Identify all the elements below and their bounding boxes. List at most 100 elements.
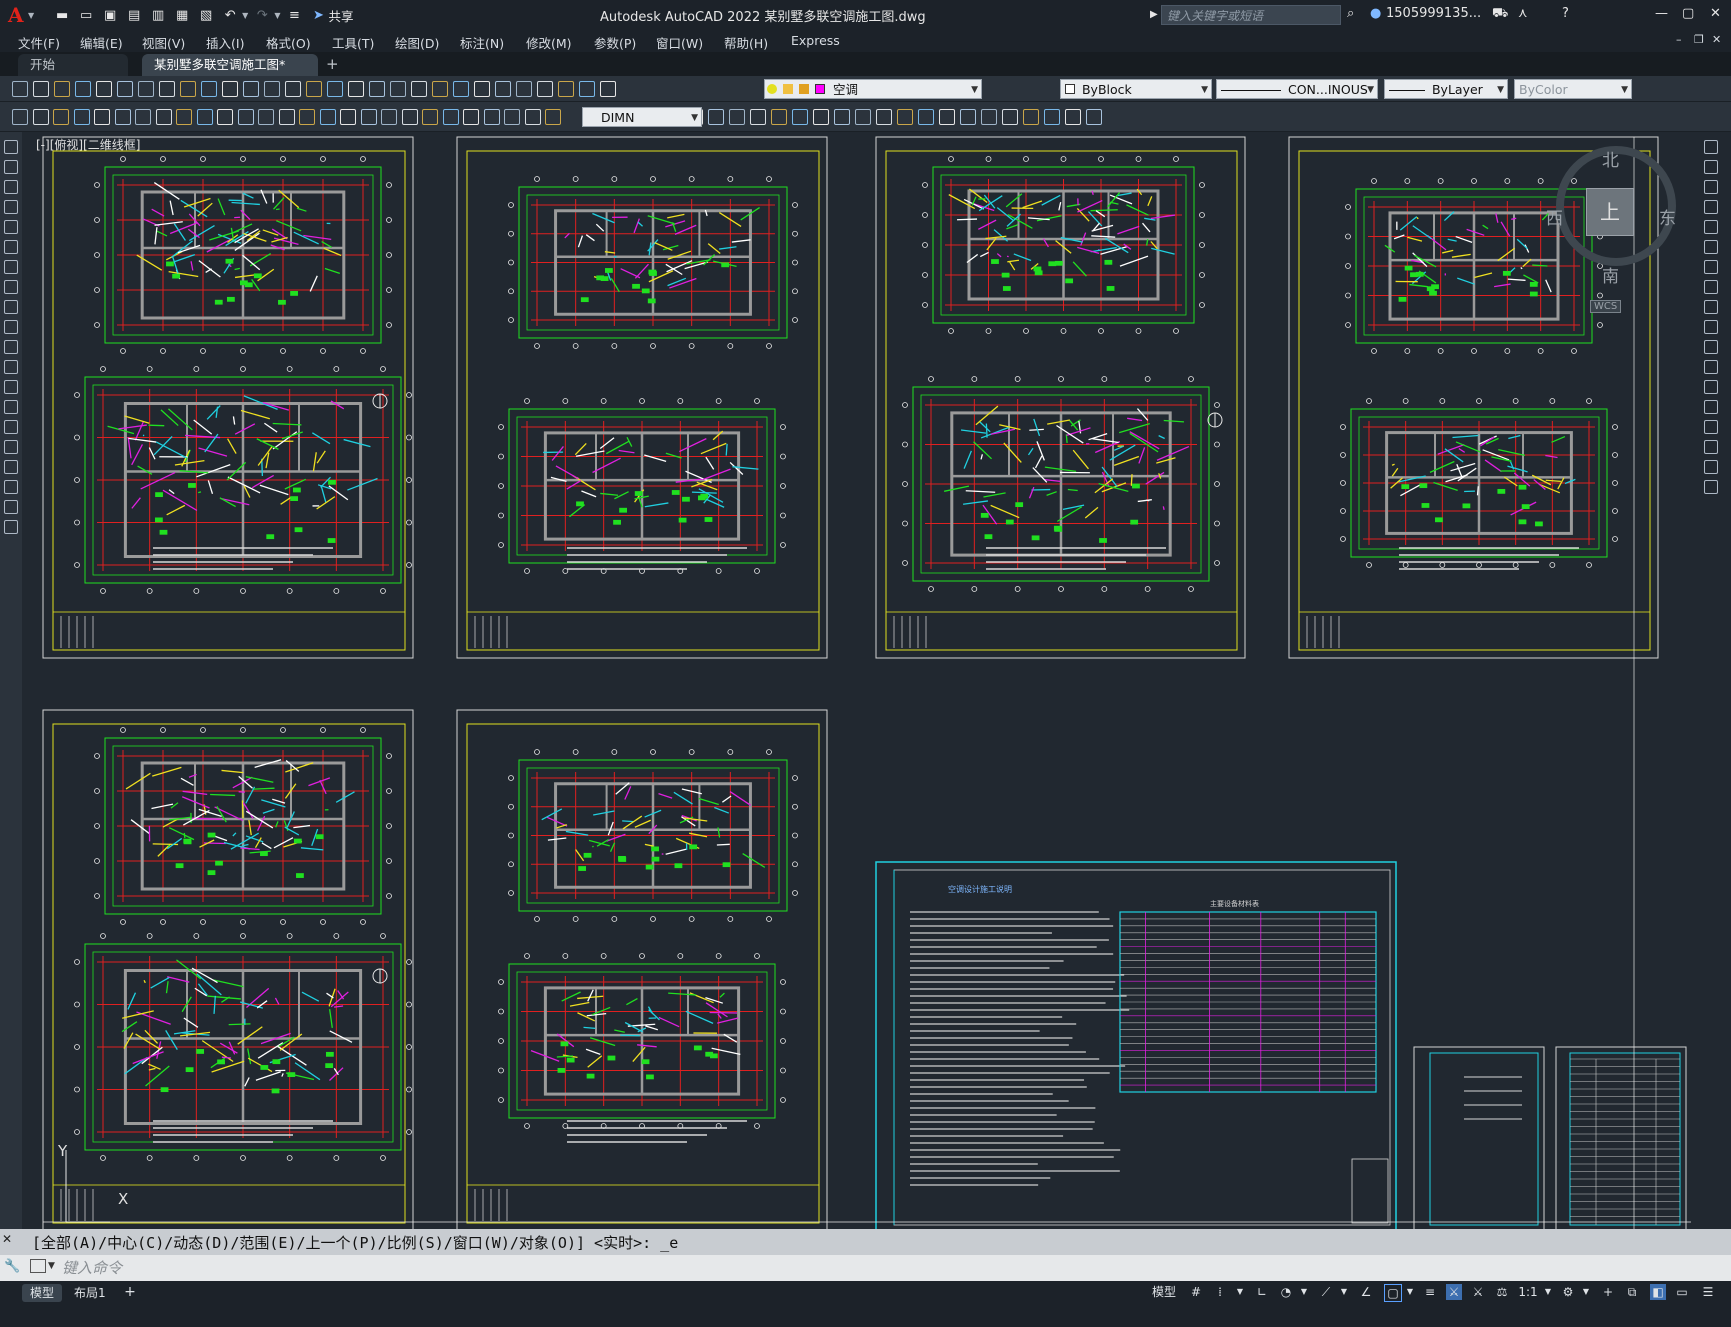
chevron-down-icon[interactable]: ▼ (691, 108, 698, 128)
osnap-tracking-icon[interactable]: ∠ (1358, 1284, 1374, 1300)
command-close-icon[interactable]: ✕ (2, 1232, 12, 1246)
toolbar-tool-icon[interactable] (504, 109, 520, 125)
toolbar-tool-icon[interactable] (285, 81, 301, 97)
help-icon[interactable]: ? (1562, 6, 1569, 21)
modify-tool-icon[interactable] (1704, 260, 1718, 274)
toolbar-tool-icon[interactable] (156, 109, 172, 125)
toolbar-tool-icon[interactable] (579, 81, 595, 97)
draw-tool-icon[interactable] (4, 520, 18, 534)
annotation-scale-value[interactable]: 1:1 (1516, 1284, 1540, 1300)
chevron-down-icon[interactable]: ▼ (1578, 1284, 1594, 1300)
draw-tool-icon[interactable] (4, 440, 18, 454)
auto-scale-icon[interactable]: ⚔ (1470, 1284, 1486, 1300)
lock-icon[interactable] (798, 84, 809, 94)
snap-icon[interactable]: ⁞ (1212, 1284, 1228, 1300)
modify-tool-icon[interactable] (1704, 440, 1718, 454)
toolbar-tool-icon[interactable] (306, 81, 322, 97)
toolbar-tool-icon[interactable] (516, 81, 532, 97)
draw-tool-icon[interactable] (4, 480, 18, 494)
autodesk-app-icon[interactable]: ⋏ (1518, 6, 1528, 21)
toolbar-tool-icon[interactable] (402, 109, 418, 125)
menu-window[interactable]: 窗口(W) (656, 33, 703, 52)
toolbar-tool-icon[interactable] (264, 81, 280, 97)
cart-icon[interactable]: ⛟ (1492, 6, 1508, 23)
toolbar-tool-icon[interactable] (279, 109, 295, 125)
draw-tool-icon[interactable] (4, 200, 18, 214)
share-label[interactable]: 共享 (328, 6, 353, 25)
toolbar-tool-icon[interactable] (558, 81, 574, 97)
toolbar-tool-icon[interactable] (348, 81, 364, 97)
toolbar-tool-icon[interactable] (545, 109, 561, 125)
toolbar-tool-icon[interactable] (939, 109, 955, 125)
plot-preview-icon[interactable]: ▦ (172, 6, 192, 24)
menu-modify[interactable]: 修改(M) (526, 33, 572, 52)
share-icon[interactable]: ➤ (308, 6, 328, 24)
chevron-down-icon[interactable]: ▼ (1296, 1284, 1312, 1300)
toolbar-tool-icon[interactable] (834, 109, 850, 125)
toolbar-tool-icon[interactable] (53, 109, 69, 125)
toolbar-tool-icon[interactable] (918, 109, 934, 125)
draw-tool-icon[interactable] (4, 460, 18, 474)
workspace-icon[interactable]: ≡ (284, 6, 304, 24)
draw-tool-icon[interactable] (4, 420, 18, 434)
chevron-down-icon[interactable]: ▼ (1497, 80, 1504, 100)
toolbar-tool-icon[interactable] (463, 109, 479, 125)
grid-icon[interactable]: # (1188, 1284, 1204, 1300)
compass-south[interactable]: 南 (1602, 262, 1619, 287)
toolbar-tool-icon[interactable] (1044, 109, 1060, 125)
toolbar-tool-icon[interactable] (495, 81, 511, 97)
toolbar-tool-icon[interactable] (238, 109, 254, 125)
tab-model[interactable]: 模型 (22, 1284, 63, 1302)
toolbar-tool-icon[interactable] (525, 109, 541, 125)
toolbar-tool-icon[interactable] (33, 109, 49, 125)
toolbar-tool-icon[interactable] (243, 81, 259, 97)
doc-restore-icon[interactable]: ❐ (1694, 33, 1704, 46)
modify-tool-icon[interactable] (1704, 420, 1718, 434)
viewcube-top-face[interactable]: 上 (1586, 188, 1634, 236)
menu-format[interactable]: 格式(O) (266, 33, 311, 52)
chevron-down-icon[interactable]: ▼ (1621, 80, 1628, 100)
menu-parametric[interactable]: 参数(P) (594, 33, 636, 52)
toolbar-tool-icon[interactable] (411, 81, 427, 97)
osnap-icon[interactable]: ▢ (1384, 1284, 1402, 1302)
toolbar-tool-icon[interactable] (33, 81, 49, 97)
search-input[interactable]: 键入关键字或短语 (1161, 5, 1341, 25)
toolbar-tool-icon[interactable] (600, 81, 616, 97)
toolbar-tool-icon[interactable] (422, 109, 438, 125)
toolbar-tool-icon[interactable] (876, 109, 892, 125)
search-icon[interactable]: ⌕ (1347, 6, 1354, 21)
color-combo[interactable]: ByBlock ▼ (1060, 79, 1212, 99)
menu-view[interactable]: 视图(V) (142, 33, 185, 52)
app-menu-caret-icon[interactable]: ▼ (28, 11, 34, 20)
menu-insert[interactable]: 插入(I) (206, 33, 244, 52)
compass-east[interactable]: 东 (1659, 204, 1676, 229)
modify-tool-icon[interactable] (1704, 240, 1718, 254)
modify-tool-icon[interactable] (1704, 300, 1718, 314)
modify-tool-icon[interactable] (1704, 180, 1718, 194)
chevron-down-icon[interactable]: ▼ (971, 80, 978, 100)
chevron-down-icon[interactable]: ▼ (1336, 1284, 1352, 1300)
redo-caret-icon[interactable]: ▼ (274, 11, 280, 20)
draw-tool-icon[interactable] (4, 240, 18, 254)
open-file-icon[interactable]: ▭ (76, 6, 96, 24)
publish-icon[interactable]: ▥ (148, 6, 168, 24)
toolbar-tool-icon[interactable] (1023, 109, 1039, 125)
doc-close-icon[interactable]: ✕ (1712, 33, 1721, 46)
toolbar-tool-icon[interactable] (197, 109, 213, 125)
viewport-controls-label[interactable]: [-][俯视][二维线框] (36, 136, 140, 153)
draw-tool-icon[interactable] (4, 280, 18, 294)
draw-tool-icon[interactable] (4, 160, 18, 174)
add-layout-icon[interactable]: + (122, 1284, 138, 1300)
close-icon[interactable]: ✕ (1710, 6, 1721, 21)
chevron-down-icon[interactable]: ▼ (48, 1261, 55, 1271)
toolbar-tool-icon[interactable] (340, 109, 356, 125)
toolbar-tool-icon[interactable] (201, 81, 217, 97)
toolbar-tool-icon[interactable] (138, 81, 154, 97)
toolbar-tool-icon[interactable] (96, 81, 112, 97)
toolbar-tool-icon[interactable] (54, 81, 70, 97)
draw-tool-icon[interactable] (4, 360, 18, 374)
isolate-icon[interactable]: ⧉ (1624, 1284, 1640, 1300)
modify-tool-icon[interactable] (1704, 320, 1718, 334)
modify-tool-icon[interactable] (1704, 340, 1718, 354)
lineweight-combo[interactable]: ByLayer ▼ (1384, 79, 1508, 99)
